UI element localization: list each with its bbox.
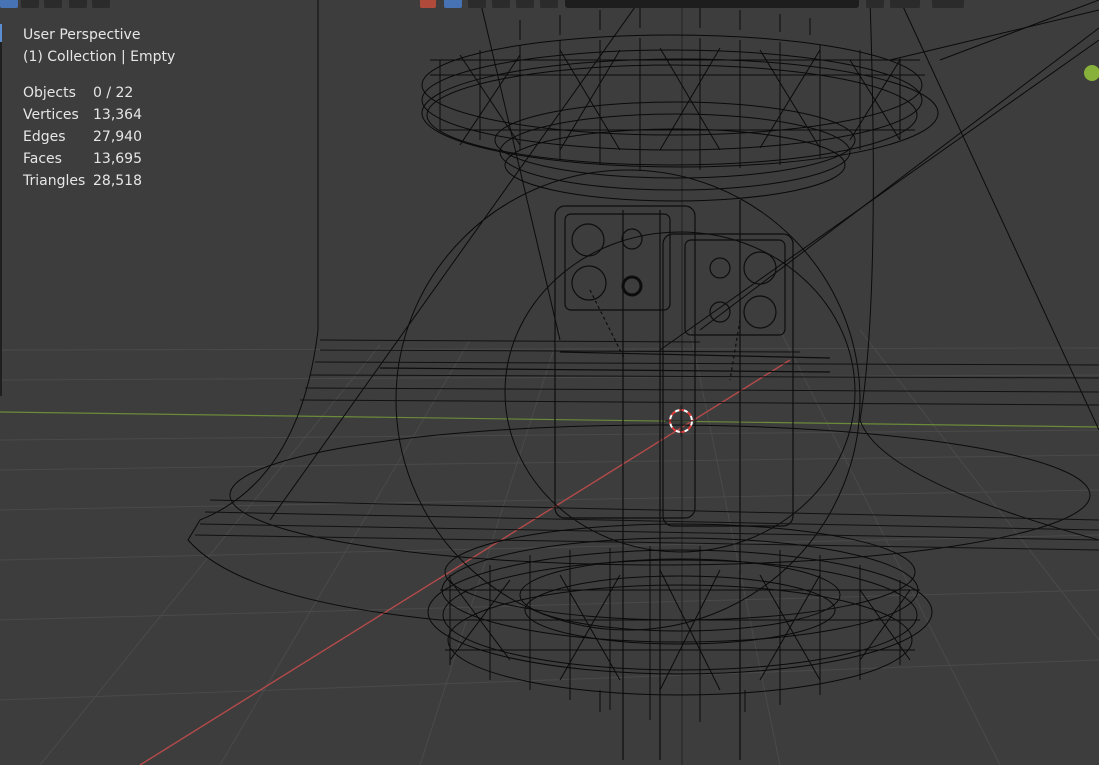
viewport-shading-icon[interactable] [444,0,462,8]
overlay-icon[interactable] [932,0,964,8]
viewport-shading-icon[interactable] [468,0,486,8]
select-toggle-icon[interactable] [92,0,110,8]
stat-value: 13,364 [93,107,142,123]
gizmo-y-axis-icon[interactable] [1084,65,1099,81]
stat-value: 27,940 [93,129,142,145]
y-axis-line [0,411,1099,428]
stat-label: Objects [23,85,76,101]
viewport-shading-icon[interactable] [540,0,558,8]
viewport-info-overlay: User Perspective (1) Collection | Empty … [23,24,175,192]
top-ring-wireframe [421,8,939,202]
viewport-shading-icon[interactable] [420,0,436,8]
toolbar-edge [0,24,2,396]
select-toggle-icon[interactable] [44,0,62,8]
viewport-shading-icon[interactable] [492,0,510,8]
overlay-icon[interactable] [890,0,920,8]
collection-line: (1) Collection | Empty [23,49,176,65]
search-icon[interactable] [565,0,859,8]
select-box-icon[interactable] [0,0,18,8]
3d-cursor-icon[interactable] [665,405,697,437]
stat-value: 28,518 [93,173,142,189]
active-tool-indicator [0,24,2,42]
view-name: User Perspective [23,27,141,43]
overlay-icon[interactable] [866,0,884,8]
select-toggle-icon[interactable] [21,0,39,8]
stat-label: Faces [23,151,62,167]
stat-value: 13,695 [93,151,142,167]
stat-label: Edges [23,129,66,145]
viewport-shading-icon[interactable] [516,0,534,8]
stat-label: Triangles [23,173,86,189]
stat-label: Vertices [23,107,79,123]
scene-statistics: Objects 0 / 22 Vertices 13,364 Edges 27,… [23,82,175,192]
bottom-ring-wireframe [427,523,933,722]
select-toggle-icon[interactable] [69,0,87,8]
outer-wireframe [187,0,1099,631]
viewport-header [0,0,1099,8]
stat-value: 0 / 22 [93,85,134,101]
